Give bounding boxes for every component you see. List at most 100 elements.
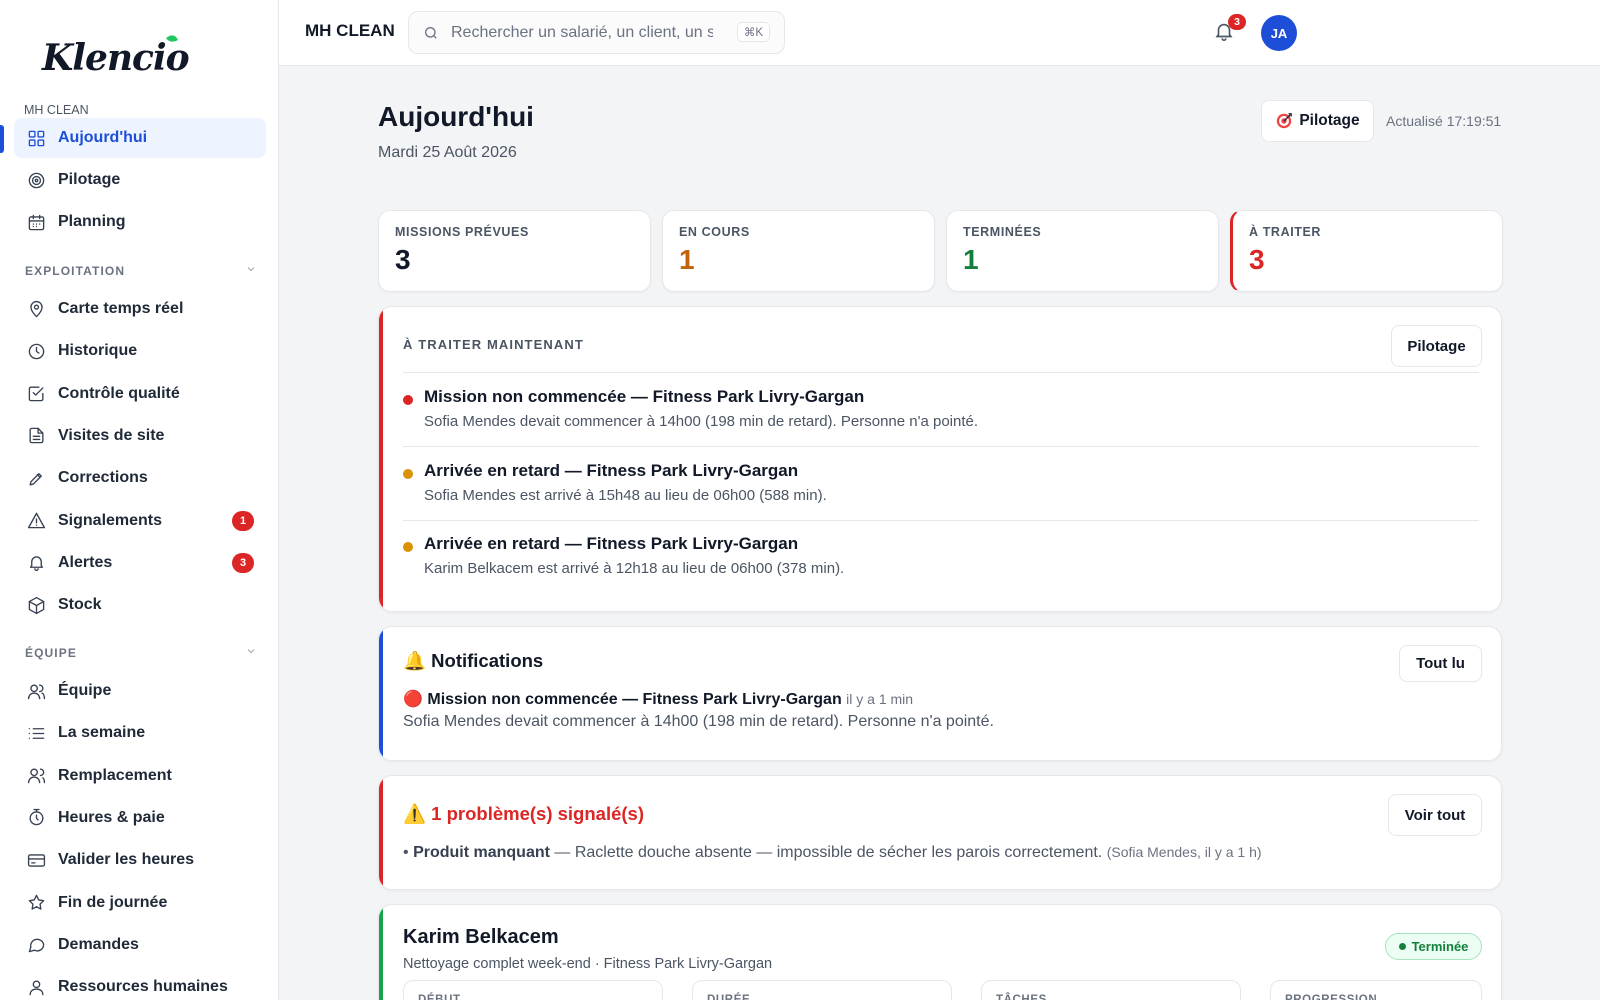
search-input[interactable] xyxy=(451,23,713,42)
sidebar-item-pilotage[interactable]: Pilotage xyxy=(14,160,266,200)
warning-icon xyxy=(26,511,46,531)
stat-label: À TRAITER xyxy=(1249,225,1322,239)
sidebar-item-visites-de-site[interactable]: Visites de site xyxy=(14,416,266,456)
star-icon xyxy=(26,893,46,913)
org-label: MH CLEAN xyxy=(24,103,89,117)
sidebar-item-ressources-humaines[interactable]: Ressources humaines xyxy=(14,967,266,1000)
pilotage-button[interactable]: Pilotage xyxy=(1261,100,1374,142)
bullet: • xyxy=(403,844,409,861)
stat-terminees[interactable]: TERMINÉES 1 xyxy=(946,210,1219,292)
stat-label: EN COURS xyxy=(679,225,750,239)
sidebar-item-label: Corrections xyxy=(58,469,148,487)
chevron-down-icon xyxy=(245,263,257,278)
section-title: EXPLOITATION xyxy=(25,263,126,278)
stat-en-cours[interactable]: EN COURS 1 xyxy=(662,210,935,292)
sidebar-item-label: Équipe xyxy=(58,682,112,699)
last-updated: Actualisé 17:19:51 xyxy=(1386,113,1502,129)
klencio-logo[interactable]: Klencio xyxy=(40,30,190,82)
status-dot xyxy=(1398,943,1406,950)
notifications-title: 🔔 Notifications xyxy=(403,650,544,671)
section-header-exploitation[interactable]: EXPLOITATION xyxy=(25,263,257,278)
sidebar-item-label: Fin de journée xyxy=(58,893,168,911)
sidebar-item-heures-paie[interactable]: Heures & paie xyxy=(14,798,266,838)
problem-meta: (Sofia Mendes, il y a 1 h) xyxy=(1106,844,1262,860)
section-header-equipe[interactable]: ÉQUIPE xyxy=(25,645,257,660)
pen-icon xyxy=(26,468,46,488)
notification-desc: Sofia Mendes devait commencer à 14h00 (1… xyxy=(403,713,994,730)
card-accent xyxy=(379,307,383,611)
card-accent xyxy=(379,627,383,760)
search-box[interactable]: ⌘K xyxy=(408,11,785,54)
problem-item[interactable]: • Produit manquant — Raclette douche abs… xyxy=(403,844,1262,862)
sidebar-item-equipe[interactable]: Équipe xyxy=(14,671,266,711)
page-title: Aujourd'hui xyxy=(378,101,534,132)
search-icon xyxy=(425,26,437,39)
sidebar-item-alertes[interactable]: Alertes 3 xyxy=(14,543,266,583)
mark-all-read-button[interactable]: Tout lu xyxy=(1399,645,1482,682)
sidebar-item-label: Heures & paie xyxy=(58,808,165,826)
sidebar-item-valider-les-heures[interactable]: Valider les heures xyxy=(14,840,266,880)
to-treat-pilotage-button[interactable]: Pilotage xyxy=(1391,325,1482,367)
target-icon xyxy=(1277,113,1293,129)
count-badge: 1 xyxy=(232,510,254,531)
sidebar-item-label: Ressources humaines xyxy=(58,978,228,996)
alert-title: Arrivée en retard — Fitness Park Livry-G… xyxy=(424,534,799,553)
status-label: Terminée xyxy=(1411,939,1469,954)
sidebar-item-label: Stock xyxy=(58,596,102,614)
org-title: MH CLEAN xyxy=(305,21,395,40)
active-indicator xyxy=(0,125,4,153)
employee-name: Karim Belkacem xyxy=(403,926,559,948)
alert-desc: Karim Belkacem est arrivé à 12h18 au lie… xyxy=(424,560,845,577)
notification-item[interactable]: 🔴 Mission non commencée — Fitness Park L… xyxy=(403,689,913,709)
sidebar-item-stock[interactable]: Stock xyxy=(14,585,266,625)
file-icon xyxy=(26,426,46,446)
stat-value: 1 xyxy=(679,244,695,275)
calendar-icon xyxy=(26,212,46,232)
sidebar-item-carte-temps-reel[interactable]: Carte temps réel xyxy=(14,289,266,329)
sidebar-item-planning[interactable]: Planning xyxy=(14,202,266,242)
page-date: Mardi 25 Août 2026 xyxy=(378,144,517,161)
employee-mission: Nettoyage complet week-end · Fitness Par… xyxy=(403,956,773,972)
card-accent xyxy=(379,905,383,1000)
target-icon xyxy=(26,170,46,190)
stat-value: 3 xyxy=(395,244,411,275)
employee-card[interactable]: Karim Belkacem Nettoyage complet week-en… xyxy=(378,904,1502,1000)
to-treat-title: À TRAITER MAINTENANT xyxy=(403,337,584,352)
count-badge: 3 xyxy=(232,552,254,573)
severity-dot xyxy=(403,395,413,405)
notification-time: il y a 1 min xyxy=(846,691,914,707)
clock-icon xyxy=(26,341,46,361)
check-square-icon xyxy=(26,384,46,404)
sidebar-item-controle-qualite[interactable]: Contrôle qualité xyxy=(14,374,266,414)
status-badge: Terminée xyxy=(1385,933,1482,960)
sidebar-item-la-semaine[interactable]: La semaine xyxy=(14,713,266,753)
sidebar-item-demandes[interactable]: Demandes xyxy=(14,925,266,965)
stat-missions-prevues[interactable]: MISSIONS PRÉVUES 3 xyxy=(378,210,651,292)
divider xyxy=(403,372,1479,373)
user-icon xyxy=(26,977,46,997)
divider xyxy=(403,446,1479,447)
severity-dot xyxy=(403,542,413,552)
stat-a-traiter[interactable]: À TRAITER 3 xyxy=(1230,210,1503,292)
sidebar-item-historique[interactable]: Historique xyxy=(14,331,266,371)
see-all-button[interactable]: Voir tout xyxy=(1388,794,1482,836)
credit-card-icon xyxy=(26,850,46,870)
severity-dot xyxy=(403,469,413,479)
map-pin-icon xyxy=(26,299,46,319)
notification-title: Mission non commencée — Fitness Park Liv… xyxy=(427,691,842,708)
sidebar-item-label: Alertes xyxy=(58,553,113,571)
sidebar-item-label: La semaine xyxy=(58,724,146,742)
sidebar-item-remplacement[interactable]: Remplacement xyxy=(14,756,266,796)
sidebar-item-fin-de-journee[interactable]: Fin de journée xyxy=(14,883,266,923)
sidebar-item-aujourd-hui[interactable]: Aujourd'hui xyxy=(14,118,266,158)
sidebar-item-label: Pilotage xyxy=(58,171,121,188)
list-icon xyxy=(26,723,46,743)
message-icon xyxy=(26,935,46,955)
alert-title: Mission non commencée — Fitness Park Liv… xyxy=(424,387,865,406)
user-avatar[interactable]: JA xyxy=(1261,15,1297,51)
problem-desc: — Raclette douche absente — impossible d… xyxy=(549,844,1103,861)
alert-desc: Sofia Mendes est arrivé à 15h48 au lieu … xyxy=(424,487,827,504)
sidebar-item-signalements[interactable]: Signalements 1 xyxy=(14,501,266,541)
metric-start: DÉBUT xyxy=(403,980,663,1000)
sidebar-item-corrections[interactable]: Corrections xyxy=(14,458,266,498)
